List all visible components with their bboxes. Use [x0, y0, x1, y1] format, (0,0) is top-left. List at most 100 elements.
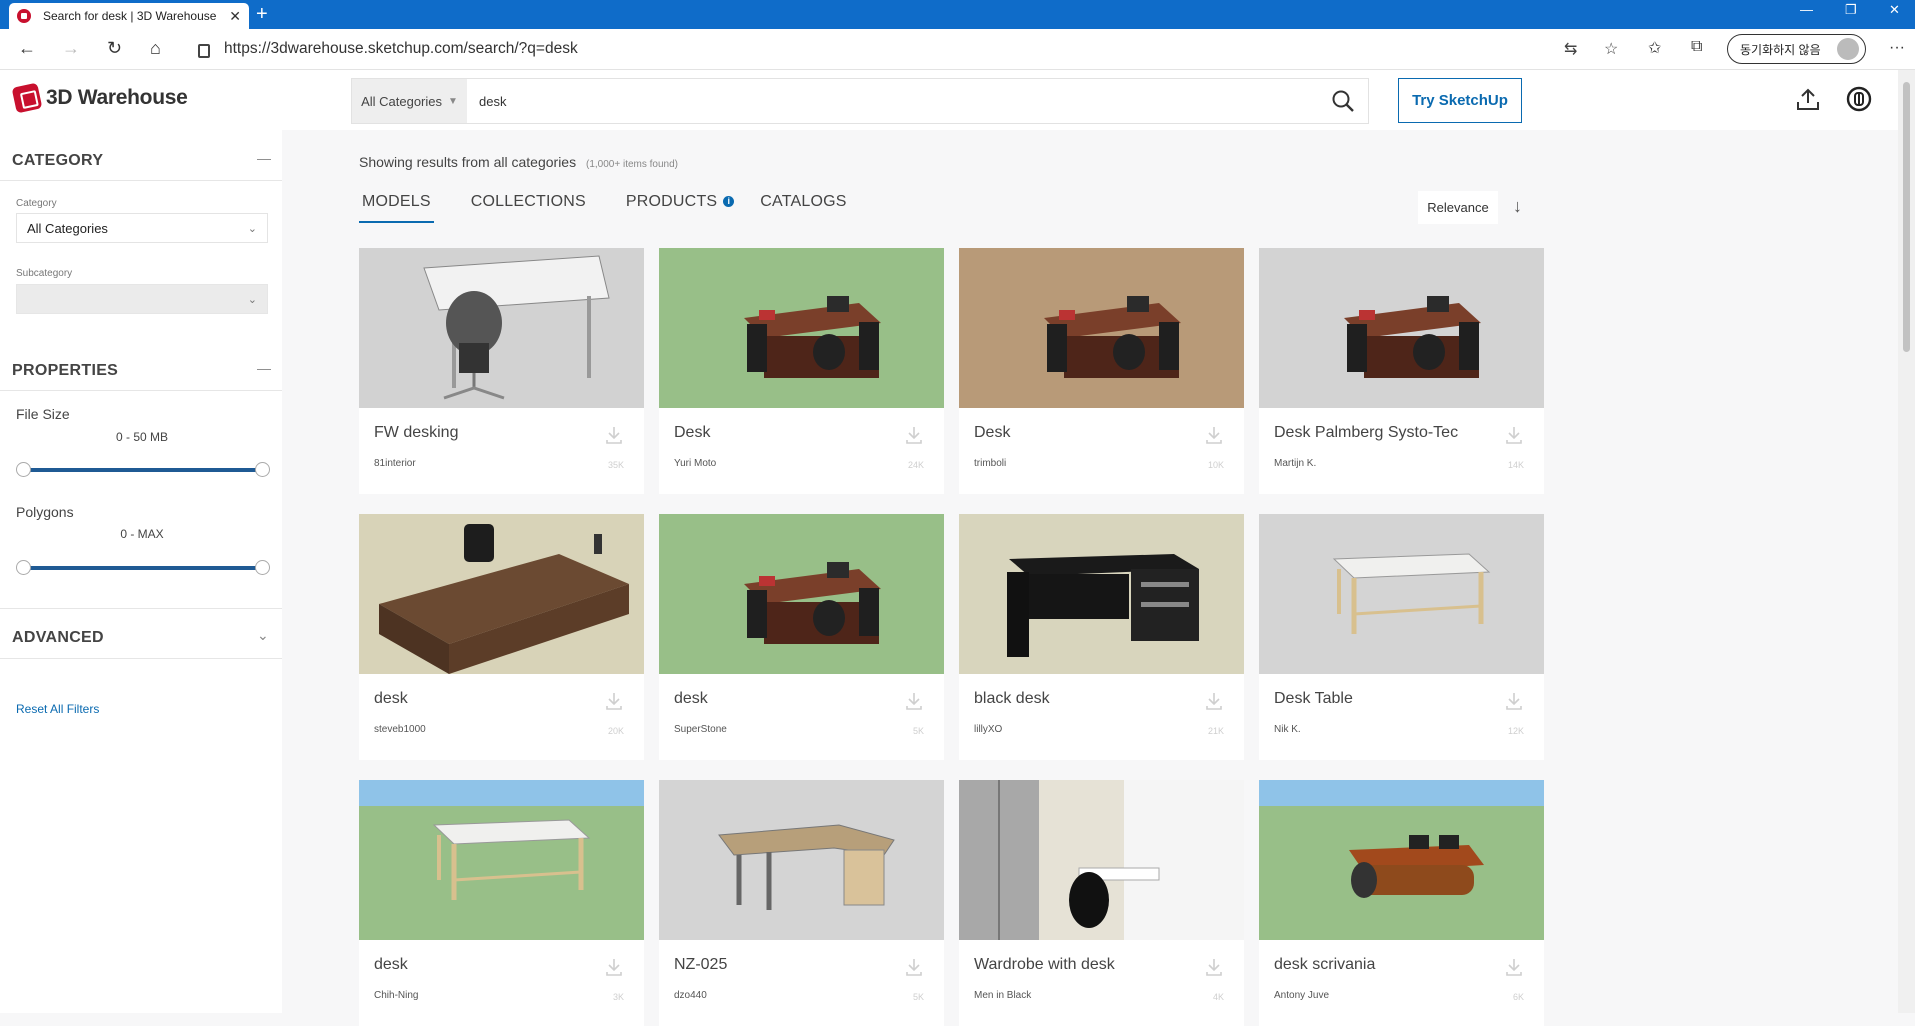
model-name[interactable]: NZ-025 [674, 956, 727, 974]
model-author[interactable]: Nik K. [1274, 724, 1301, 735]
favorites-list-icon[interactable]: ✩ [1648, 38, 1661, 58]
site-logo[interactable]: 3D Warehouse [11, 82, 188, 114]
model-author[interactable]: 81interior [374, 458, 416, 469]
model-name[interactable]: desk [374, 690, 408, 708]
collapse-icon[interactable]: — [257, 360, 271, 376]
model-name[interactable]: Desk [974, 424, 1010, 442]
download-button[interactable] [1503, 690, 1525, 717]
sort-select[interactable]: Relevance [1418, 191, 1498, 224]
advanced-heading[interactable]: ADVANCED [12, 629, 104, 647]
tab-collections[interactable]: COLLECTIONS [468, 193, 589, 223]
browser-tab[interactable]: Search for desk | 3D Warehouse ✕ [9, 3, 249, 29]
slider-max-handle[interactable] [255, 462, 270, 477]
model-name[interactable]: desk scrivania [1274, 956, 1375, 974]
download-button[interactable] [1203, 956, 1225, 983]
model-author[interactable]: trimboli [974, 458, 1006, 469]
model-card[interactable]: Desk Table Nik K. 12K [1259, 514, 1544, 760]
download-button[interactable] [603, 424, 625, 451]
more-menu-icon[interactable]: ··· [1889, 39, 1905, 57]
model-author[interactable]: Yuri Moto [674, 458, 716, 469]
model-card[interactable]: Desk Yuri Moto 24K [659, 248, 944, 494]
model-thumbnail[interactable] [359, 248, 644, 408]
reset-filters-link[interactable]: Reset All Filters [16, 702, 99, 716]
model-thumbnail[interactable] [659, 248, 944, 408]
collections-icon[interactable]: ⧉ [1691, 38, 1702, 56]
model-author[interactable]: lillyXO [974, 724, 1002, 735]
download-button[interactable] [1203, 424, 1225, 451]
download-button[interactable] [903, 956, 925, 983]
account-icon[interactable] [1846, 86, 1872, 117]
category-dropdown[interactable]: All Categories ▼ [352, 79, 467, 123]
tab-products[interactable]: PRODUCTS i [623, 193, 737, 223]
model-thumbnail[interactable] [959, 514, 1244, 674]
model-thumbnail[interactable] [359, 514, 644, 674]
slider-max-handle[interactable] [255, 560, 270, 575]
model-thumbnail[interactable] [359, 780, 644, 940]
category-select[interactable]: All Categories ⌄ [16, 213, 268, 243]
upload-icon[interactable] [1795, 86, 1821, 117]
polygons-slider[interactable] [16, 560, 270, 575]
info-icon[interactable]: i [723, 196, 735, 207]
model-author[interactable]: Martijn K. [1274, 458, 1316, 469]
model-author[interactable]: Chih-Ning [374, 990, 418, 1001]
favorite-star-icon[interactable]: ☆ [1604, 39, 1618, 59]
model-name[interactable]: Desk Palmberg Systo-Tec [1274, 424, 1458, 442]
model-name[interactable]: Desk [674, 424, 710, 442]
search-input[interactable] [467, 79, 1318, 123]
tab-catalogs[interactable]: CATALOGS [757, 193, 849, 223]
model-thumbnail[interactable] [659, 514, 944, 674]
sort-direction-icon[interactable]: ↓ [1513, 196, 1522, 217]
tab-models[interactable]: MODELS [359, 193, 434, 223]
refresh-icon[interactable]: ↻ [107, 38, 122, 59]
model-name[interactable]: Wardrobe with desk [974, 956, 1115, 974]
model-card[interactable]: desk steveb1000 20K [359, 514, 644, 760]
download-button[interactable] [1503, 956, 1525, 983]
model-name[interactable]: Desk Table [1274, 690, 1353, 708]
model-card[interactable]: FW desking 81interior 35K [359, 248, 644, 494]
try-sketchup-button[interactable]: Try SketchUp [1398, 78, 1522, 123]
chevron-down-icon[interactable]: ⌄ [257, 627, 269, 644]
model-card[interactable]: Wardrobe with desk Men in Black 4K [959, 780, 1244, 1026]
download-button[interactable] [1503, 424, 1525, 451]
model-thumbnail[interactable] [1259, 248, 1544, 408]
slider-min-handle[interactable] [16, 462, 31, 477]
model-thumbnail[interactable] [959, 248, 1244, 408]
file-size-slider[interactable] [16, 462, 270, 477]
restore-icon[interactable]: ❐ [1845, 2, 1857, 18]
model-name[interactable]: desk [674, 690, 708, 708]
model-thumbnail[interactable] [1259, 780, 1544, 940]
search-button[interactable] [1318, 79, 1368, 123]
model-author[interactable]: Men in Black [974, 990, 1031, 1001]
download-button[interactable] [603, 690, 625, 717]
model-card[interactable]: black desk lillyXO 21K [959, 514, 1244, 760]
profile-button[interactable]: 동기화하지 않음 [1727, 34, 1866, 64]
collapse-icon[interactable]: — [257, 150, 271, 166]
model-author[interactable]: SuperStone [674, 724, 727, 735]
forward-arrow-icon[interactable]: → [62, 38, 80, 59]
slider-min-handle[interactable] [16, 560, 31, 575]
model-card[interactable]: desk Chih-Ning 3K [359, 780, 644, 1026]
model-card[interactable]: Desk Palmberg Systo-Tec Martijn K. 14K [1259, 248, 1544, 494]
model-thumbnail[interactable] [1259, 514, 1544, 674]
back-arrow-icon[interactable]: ← [18, 38, 36, 59]
model-author[interactable]: steveb1000 [374, 724, 426, 735]
download-button[interactable] [603, 956, 625, 983]
subcategory-select[interactable]: ⌄ [16, 284, 268, 314]
address-bar[interactable]: https://3dwarehouse.sketchup.com/search/… [198, 33, 1650, 65]
home-icon[interactable]: ⌂ [150, 38, 161, 59]
scrollbar[interactable] [1898, 70, 1915, 1013]
close-tab-icon[interactable]: ✕ [229, 8, 241, 25]
model-card[interactable]: NZ-025 dzo440 5K [659, 780, 944, 1026]
model-card[interactable]: desk scrivania Antony Juve 6K [1259, 780, 1544, 1026]
translate-icon[interactable]: ⇆ [1564, 39, 1577, 59]
new-tab-icon[interactable]: + [256, 3, 268, 25]
model-name[interactable]: FW desking [374, 424, 458, 442]
model-author[interactable]: dzo440 [674, 990, 707, 1001]
download-button[interactable] [1203, 690, 1225, 717]
scrollbar-thumb[interactable] [1903, 82, 1910, 352]
minimize-icon[interactable]: — [1800, 2, 1813, 17]
model-name[interactable]: desk [374, 956, 408, 974]
download-button[interactable] [903, 424, 925, 451]
model-card[interactable]: desk SuperStone 5K [659, 514, 944, 760]
model-card[interactable]: Desk trimboli 10K [959, 248, 1244, 494]
